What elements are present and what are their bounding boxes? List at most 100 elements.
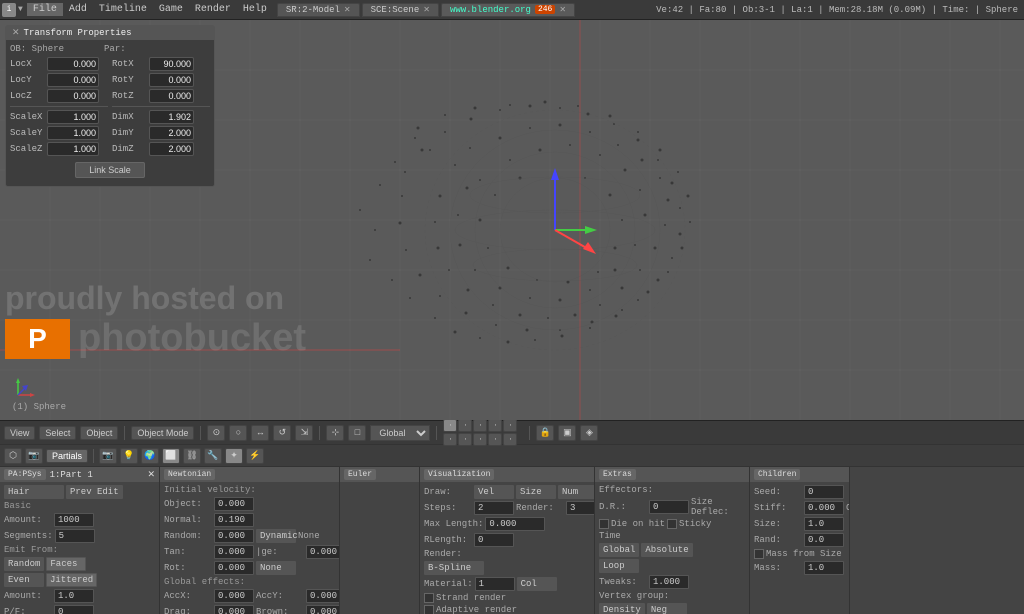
mass-input[interactable]: 1.0 [804, 561, 844, 575]
dim-x-input[interactable] [149, 110, 194, 124]
stiff-input[interactable]: 0.000 [804, 501, 844, 515]
max-length-input[interactable]: 0.000 [485, 517, 545, 531]
children-tab-label[interactable]: Children [754, 469, 800, 480]
scene-icon[interactable]: ⬡ [4, 448, 22, 464]
jittered-btn[interactable]: Jittered [46, 573, 97, 587]
transform-panel-close[interactable]: ✕ [12, 28, 20, 38]
segments-input[interactable]: 5 [55, 529, 95, 543]
rot-dropdown[interactable]: Dynamic [256, 529, 296, 543]
object-vel-input[interactable]: 0.000 [214, 497, 254, 511]
rlength-input[interactable]: 0 [474, 533, 514, 547]
mass-from-size-check[interactable] [754, 549, 764, 559]
rand-input[interactable]: 0.0 [804, 533, 844, 547]
layer-5-btn[interactable]: · [503, 419, 517, 432]
select-menu-btn[interactable]: Select [39, 426, 76, 440]
layer-2-btn[interactable]: · [458, 419, 472, 432]
tab-blender-close[interactable]: ✕ [559, 5, 566, 15]
layer-4-btn[interactable]: · [488, 419, 502, 432]
tab-scene-close[interactable]: ✕ [423, 5, 430, 15]
object-prop-icon[interactable]: ⬜ [162, 448, 180, 464]
particle-icon[interactable]: ✦ [225, 448, 243, 464]
viewport-shading-icon[interactable]: ◈ [580, 425, 598, 441]
strand-render-check[interactable] [424, 593, 434, 603]
layer-3-btn[interactable]: · [473, 419, 487, 432]
num-btn[interactable]: Num [558, 485, 595, 499]
lock-icon[interactable]: 🔒 [536, 425, 554, 441]
loop-btn[interactable]: Loop [599, 559, 639, 573]
menu-timeline[interactable]: Timeline [93, 3, 153, 16]
seed-input[interactable]: 0 [804, 485, 844, 499]
sticky-check[interactable] [667, 519, 677, 529]
vel-btn[interactable]: Vel [474, 485, 514, 499]
render-icon[interactable]: 📷 [25, 448, 43, 464]
layer-8-btn[interactable]: · [473, 433, 487, 446]
physics-icon[interactable]: ⚡ [246, 448, 264, 464]
scale-x-input[interactable] [47, 110, 99, 124]
children-size-input[interactable]: 1.0 [804, 517, 844, 531]
none2-label[interactable]: None [256, 561, 296, 575]
mat-input[interactable]: 1 [475, 577, 515, 591]
lamp-prop-icon[interactable]: 💡 [120, 448, 138, 464]
transform-icon[interactable]: ↔ [251, 425, 269, 441]
rotate-icon[interactable]: ↺ [273, 425, 291, 441]
absolute-btn[interactable]: Absolute [641, 543, 692, 557]
normal-vel-input[interactable]: 0.190 [214, 513, 254, 527]
faces-btn[interactable]: Faces [46, 557, 86, 571]
menu-file[interactable]: File [27, 3, 63, 16]
object-menu-btn[interactable]: Object [80, 426, 118, 440]
steps-input[interactable]: 2 [474, 501, 514, 515]
object-mode-btn[interactable]: Object Mode [131, 426, 194, 440]
brown-input[interactable]: 0.000 [306, 605, 340, 614]
modifier-icon[interactable]: 🔧 [204, 448, 222, 464]
layer-9-btn[interactable]: · [488, 433, 502, 446]
hair-type-select[interactable]: Hair [4, 485, 64, 499]
link-scale-button[interactable]: Link Scale [75, 162, 145, 178]
tab-sr2-close[interactable]: ✕ [344, 5, 351, 15]
drag-input[interactable]: 0.000 [214, 605, 254, 614]
render-steps-input[interactable]: 3 [566, 501, 595, 515]
partials-tab[interactable]: Partials [46, 449, 88, 463]
menu-add[interactable]: Add [63, 3, 93, 16]
cursor-icon[interactable]: ⊹ [326, 425, 344, 441]
scale-y-input[interactable] [47, 126, 99, 140]
scale-icon[interactable]: ⇲ [295, 425, 313, 441]
menu-help[interactable]: Help [237, 3, 273, 16]
proportional-icon[interactable]: ○ [229, 425, 247, 441]
density-btn[interactable]: Density [599, 603, 645, 614]
loc-y-input[interactable] [47, 73, 99, 87]
world-prop-icon[interactable]: 🌍 [141, 448, 159, 464]
adaptive-render-check[interactable] [424, 605, 434, 614]
random-vel-input[interactable]: 0.000 [214, 529, 254, 543]
ige-input[interactable]: 0.000 [306, 545, 340, 559]
newtonian-tab-label[interactable]: Newtonian [164, 469, 215, 480]
snap-icon[interactable]: ⊙ [207, 425, 225, 441]
tab-scene[interactable]: SCE:Scene ✕ [362, 3, 439, 17]
accy-input[interactable]: 0.000 [306, 589, 340, 603]
prev-edit-btn[interactable]: Prev Edit [66, 485, 123, 499]
vis-tab-label[interactable]: Visualization [424, 469, 494, 480]
tan-input[interactable]: 0.000 [214, 545, 254, 559]
particle-tab-label[interactable]: PA:PSys [4, 469, 46, 480]
tweaks-input[interactable]: 1.000 [649, 575, 689, 589]
global-btn[interactable]: Global [599, 543, 639, 557]
dr-input[interactable]: 0 [649, 500, 689, 514]
rot-x-input[interactable] [149, 57, 194, 71]
scale-z-input[interactable] [47, 142, 99, 156]
layer-1-btn[interactable]: · [443, 419, 457, 432]
random-btn[interactable]: Random [4, 557, 44, 571]
view-menu-btn[interactable]: View [4, 426, 35, 440]
even-btn[interactable]: Even [4, 573, 44, 587]
euler-tab-label[interactable]: Euler [344, 469, 376, 480]
camera-prop-icon[interactable]: 📷 [99, 448, 117, 464]
select-box-icon[interactable]: □ [348, 425, 366, 441]
render-preview-icon[interactable]: ▣ [558, 425, 576, 441]
layer-6-btn[interactable]: · [443, 433, 457, 446]
transform-orientation-select[interactable]: Global Local Normal [370, 425, 430, 441]
die-on-hit-check[interactable] [599, 519, 609, 529]
rot-z-input[interactable] [149, 89, 194, 103]
size-btn[interactable]: Size [516, 485, 556, 499]
dim-z-input[interactable] [149, 142, 194, 156]
accx-input[interactable]: 0.000 [214, 589, 254, 603]
loc-x-input[interactable] [47, 57, 99, 71]
tab-sr2-model[interactable]: SR:2-Model ✕ [277, 3, 360, 17]
